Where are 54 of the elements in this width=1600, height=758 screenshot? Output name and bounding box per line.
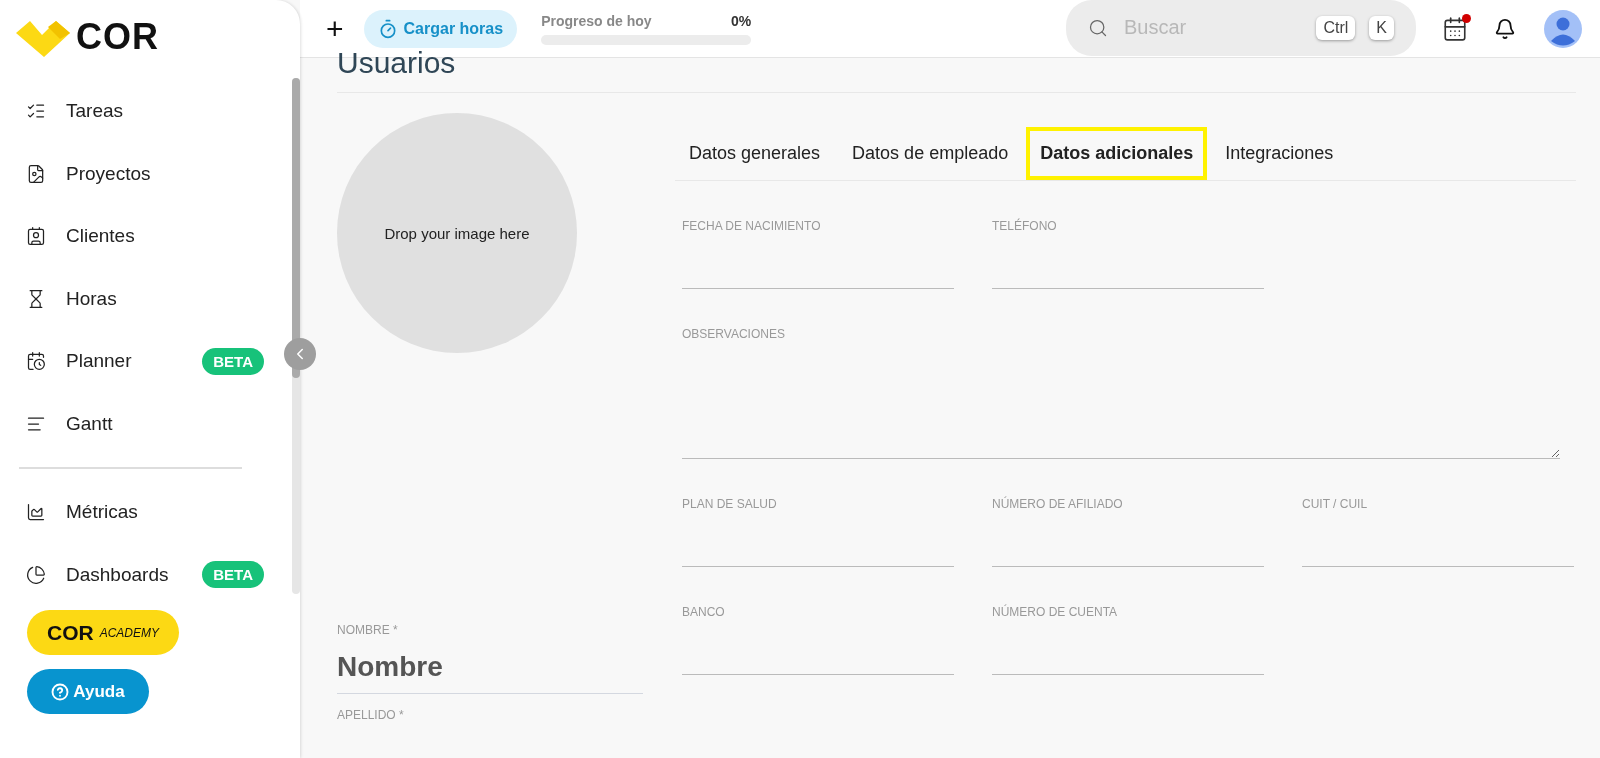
area-chart-icon	[26, 502, 46, 523]
field-label: TELÉFONO	[992, 219, 1058, 233]
nav-label: Horas	[66, 287, 118, 310]
notifications-button[interactable]	[1494, 17, 1516, 40]
progress-label: Progreso de hoy	[541, 12, 652, 29]
tab[interactable]: Datos adicionales	[1026, 127, 1208, 180]
field-label: APELLIDO *	[337, 708, 405, 722]
avatar-icon[interactable]	[1544, 9, 1582, 48]
academy-button[interactable]: COR ACADEMY	[27, 610, 179, 655]
nav-item[interactable]: Planner BETA	[0, 330, 264, 393]
tab[interactable]: Datos de empleado	[838, 127, 1023, 180]
add-button[interactable]: +	[322, 11, 348, 46]
nav-item[interactable]: Gantt	[0, 392, 264, 455]
field-label: FECHA DE NACIMIENTO	[682, 219, 822, 233]
pie-chart-icon	[26, 564, 46, 585]
search-icon	[1088, 17, 1108, 38]
field-label: OBSERVACIONES	[682, 327, 786, 341]
scrollbar[interactable]	[292, 78, 300, 594]
progress-value: 0%	[730, 12, 752, 29]
nav-label: Dashboards	[66, 563, 170, 586]
nav-label: Clientes	[66, 225, 136, 248]
name-field[interactable]: Nombre	[337, 637, 643, 694]
beta-badge: BETA	[202, 347, 264, 375]
nav-item[interactable]: Proyectos	[0, 142, 264, 205]
shortcut-key: Ctrl	[1316, 15, 1356, 40]
nav-label: Gantt	[66, 412, 114, 435]
field-label: PLAN DE SALUD	[682, 497, 778, 511]
help-icon	[51, 682, 70, 701]
contact-card-icon	[26, 226, 46, 247]
nav-label: Tareas	[66, 100, 125, 123]
beta-badge: BETA	[202, 561, 264, 589]
nav-item[interactable]: Clientes	[0, 205, 264, 268]
nav-item[interactable]: Dashboards BETA	[0, 543, 264, 606]
field-label: NÚMERO DE CUENTA	[992, 605, 1119, 619]
field-label: NOMBRE *	[337, 623, 399, 637]
calendar-button[interactable]	[1442, 15, 1468, 42]
nav-item[interactable]: Horas	[0, 267, 264, 330]
page-title: Usuarios	[337, 46, 1576, 93]
logo-text: COR	[76, 16, 159, 58]
tab[interactable]: Integraciones	[1211, 127, 1348, 180]
field-label: CUIT / CUIL	[1302, 497, 1369, 511]
nav-label: Métricas	[66, 501, 139, 524]
nav-item[interactable]: Tareas	[0, 80, 264, 143]
nav-label: Proyectos	[66, 162, 152, 185]
calendar-icon	[26, 351, 46, 372]
nav-label: Planner	[66, 350, 133, 373]
document-icon	[26, 163, 46, 184]
nav-item[interactable]: Métricas	[0, 481, 264, 544]
image-dropzone[interactable]: Drop your image here	[337, 113, 577, 353]
field-label: BANCO	[682, 605, 726, 619]
collapse-button[interactable]	[284, 338, 316, 370]
tab[interactable]: Datos generales	[675, 127, 835, 180]
field-label: NÚMERO DE AFILIADO	[992, 497, 1124, 511]
shortcut-key: K	[1369, 15, 1394, 40]
